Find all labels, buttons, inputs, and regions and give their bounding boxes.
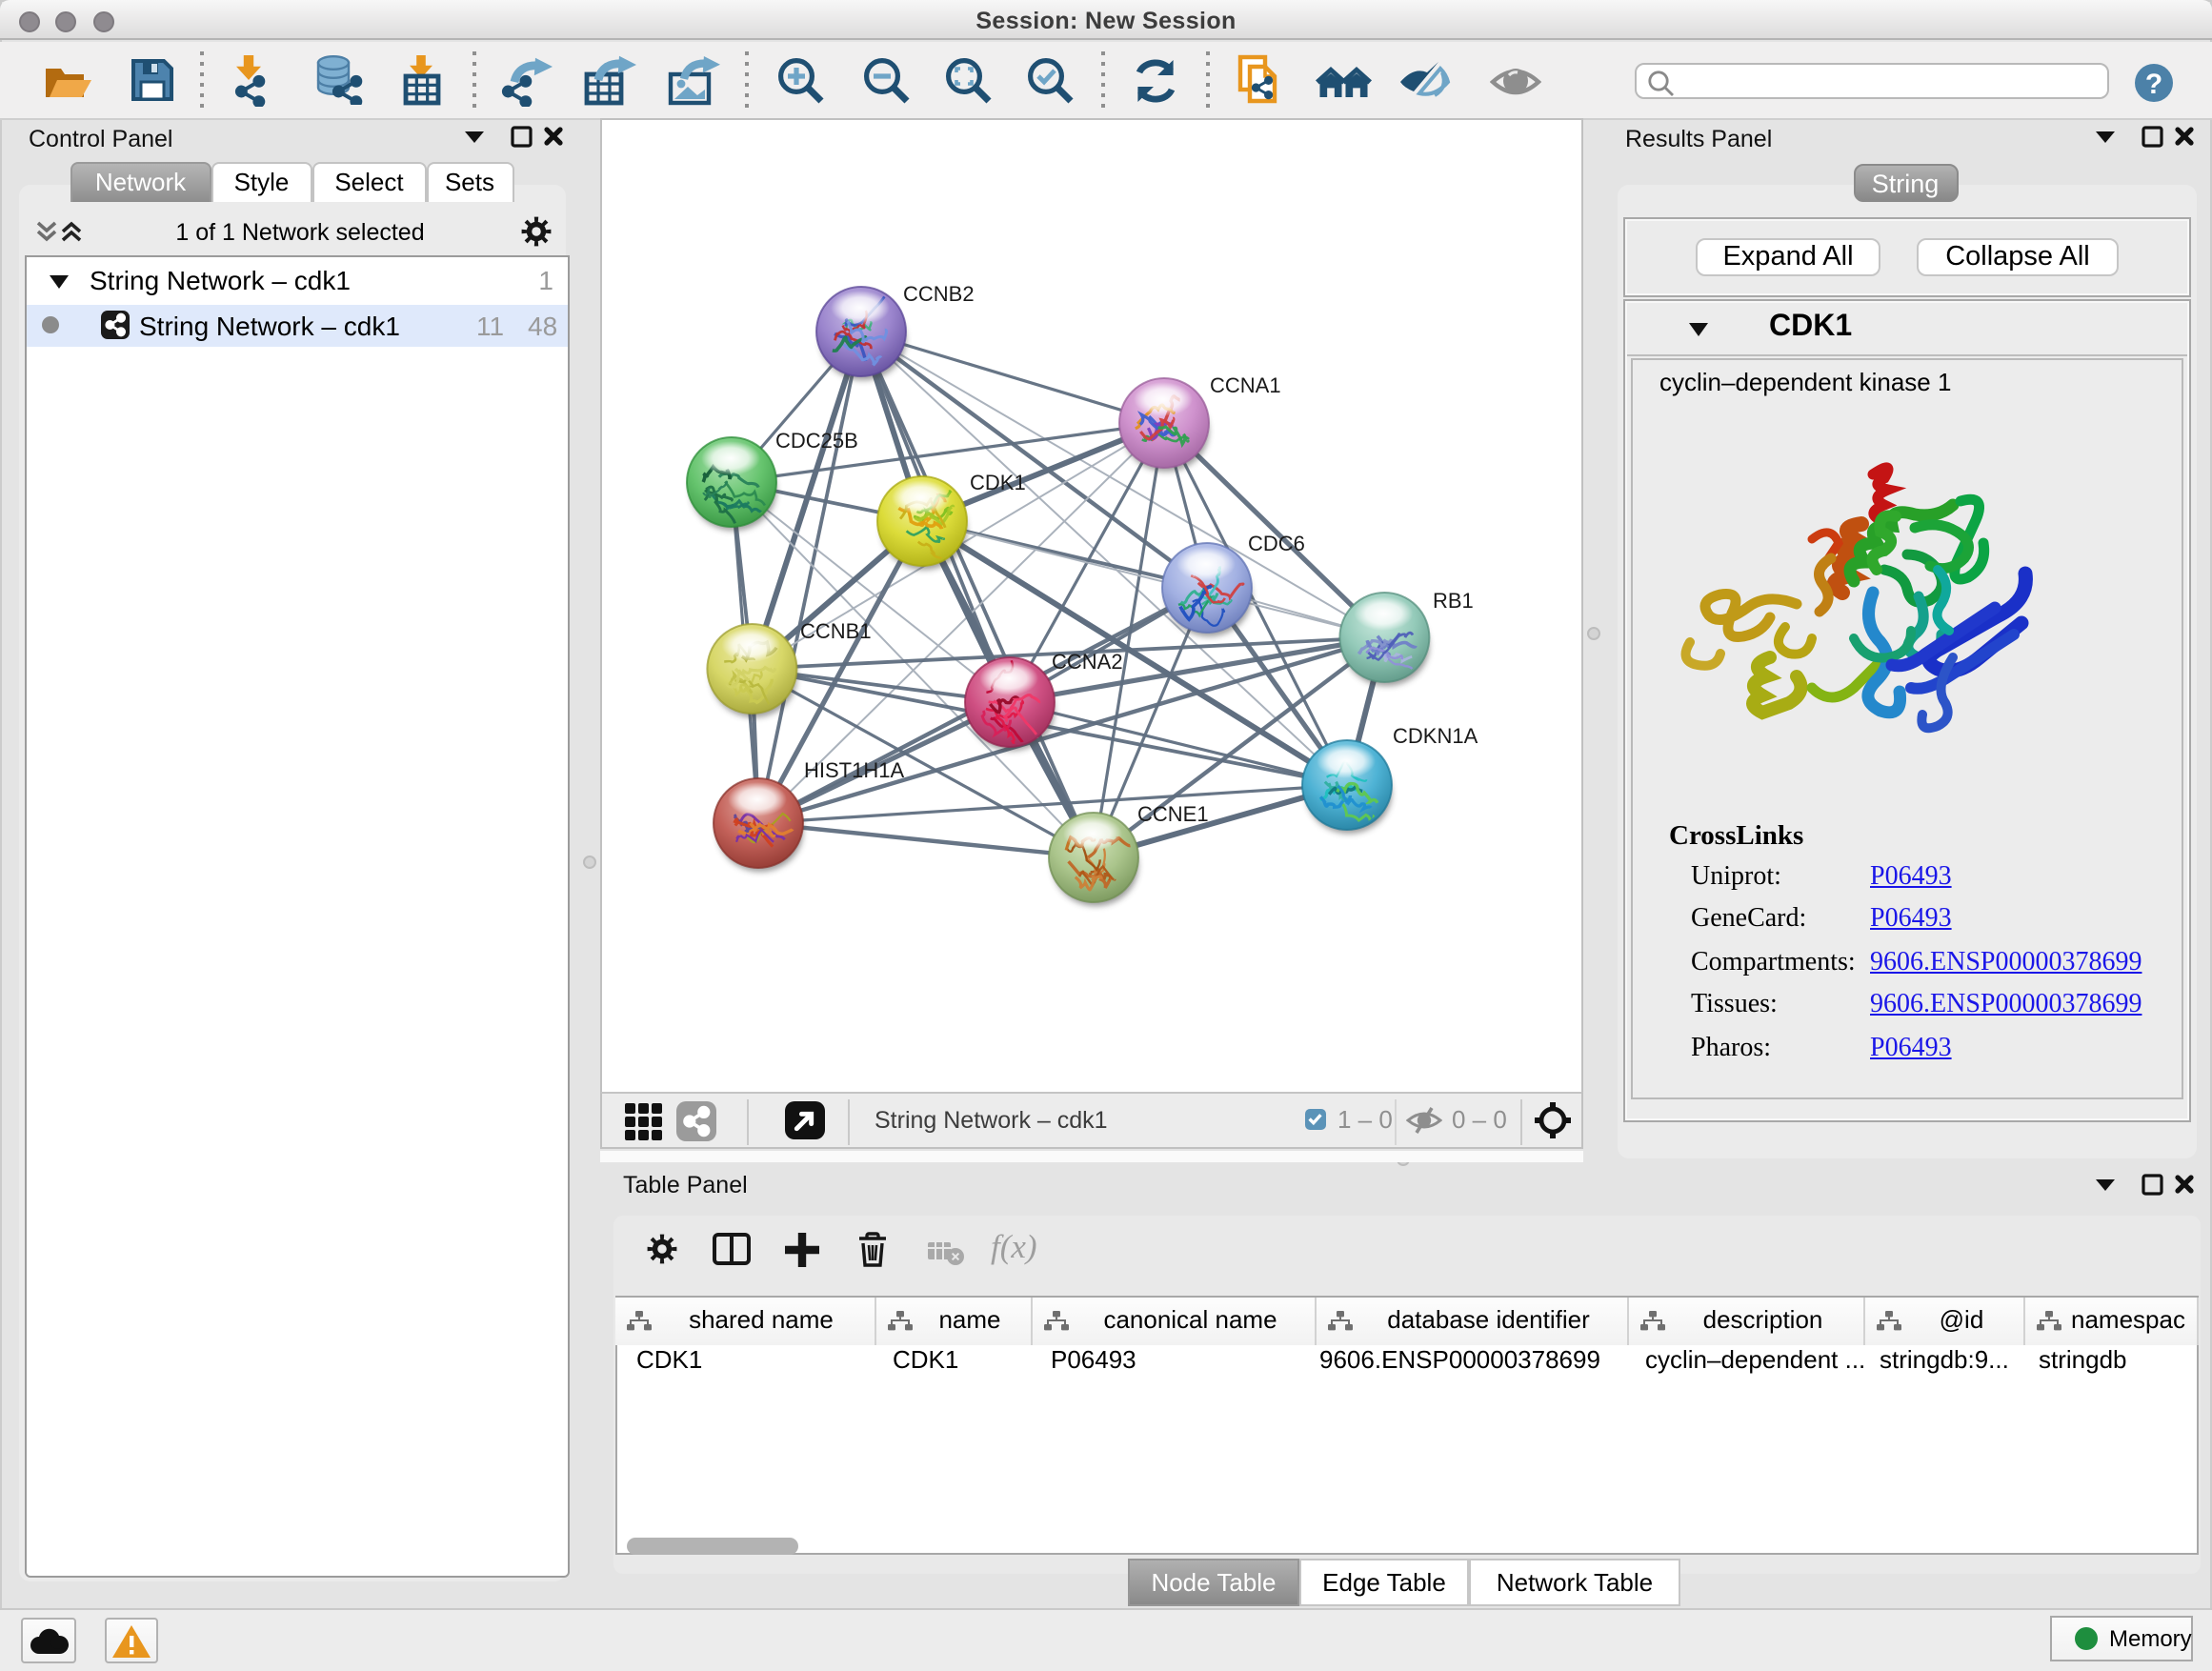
- svg-text:CCNE1: CCNE1: [1137, 802, 1209, 826]
- svg-text:CDKN1A: CDKN1A: [1393, 724, 1478, 748]
- svg-text:CDC6: CDC6: [1248, 532, 1305, 555]
- svg-text:CCNA2: CCNA2: [1052, 650, 1123, 674]
- svg-text:HIST1H1A: HIST1H1A: [804, 758, 904, 782]
- svg-text:CCNB2: CCNB2: [903, 282, 975, 306]
- svg-text:CCNB1: CCNB1: [800, 619, 872, 643]
- svg-text:?: ?: [2145, 68, 2162, 99]
- svg-text:RB1: RB1: [1433, 589, 1474, 613]
- svg-text:CDC25B: CDC25B: [775, 429, 858, 453]
- svg-text:CDK1: CDK1: [970, 471, 1026, 494]
- svg-text:CCNA1: CCNA1: [1210, 373, 1281, 397]
